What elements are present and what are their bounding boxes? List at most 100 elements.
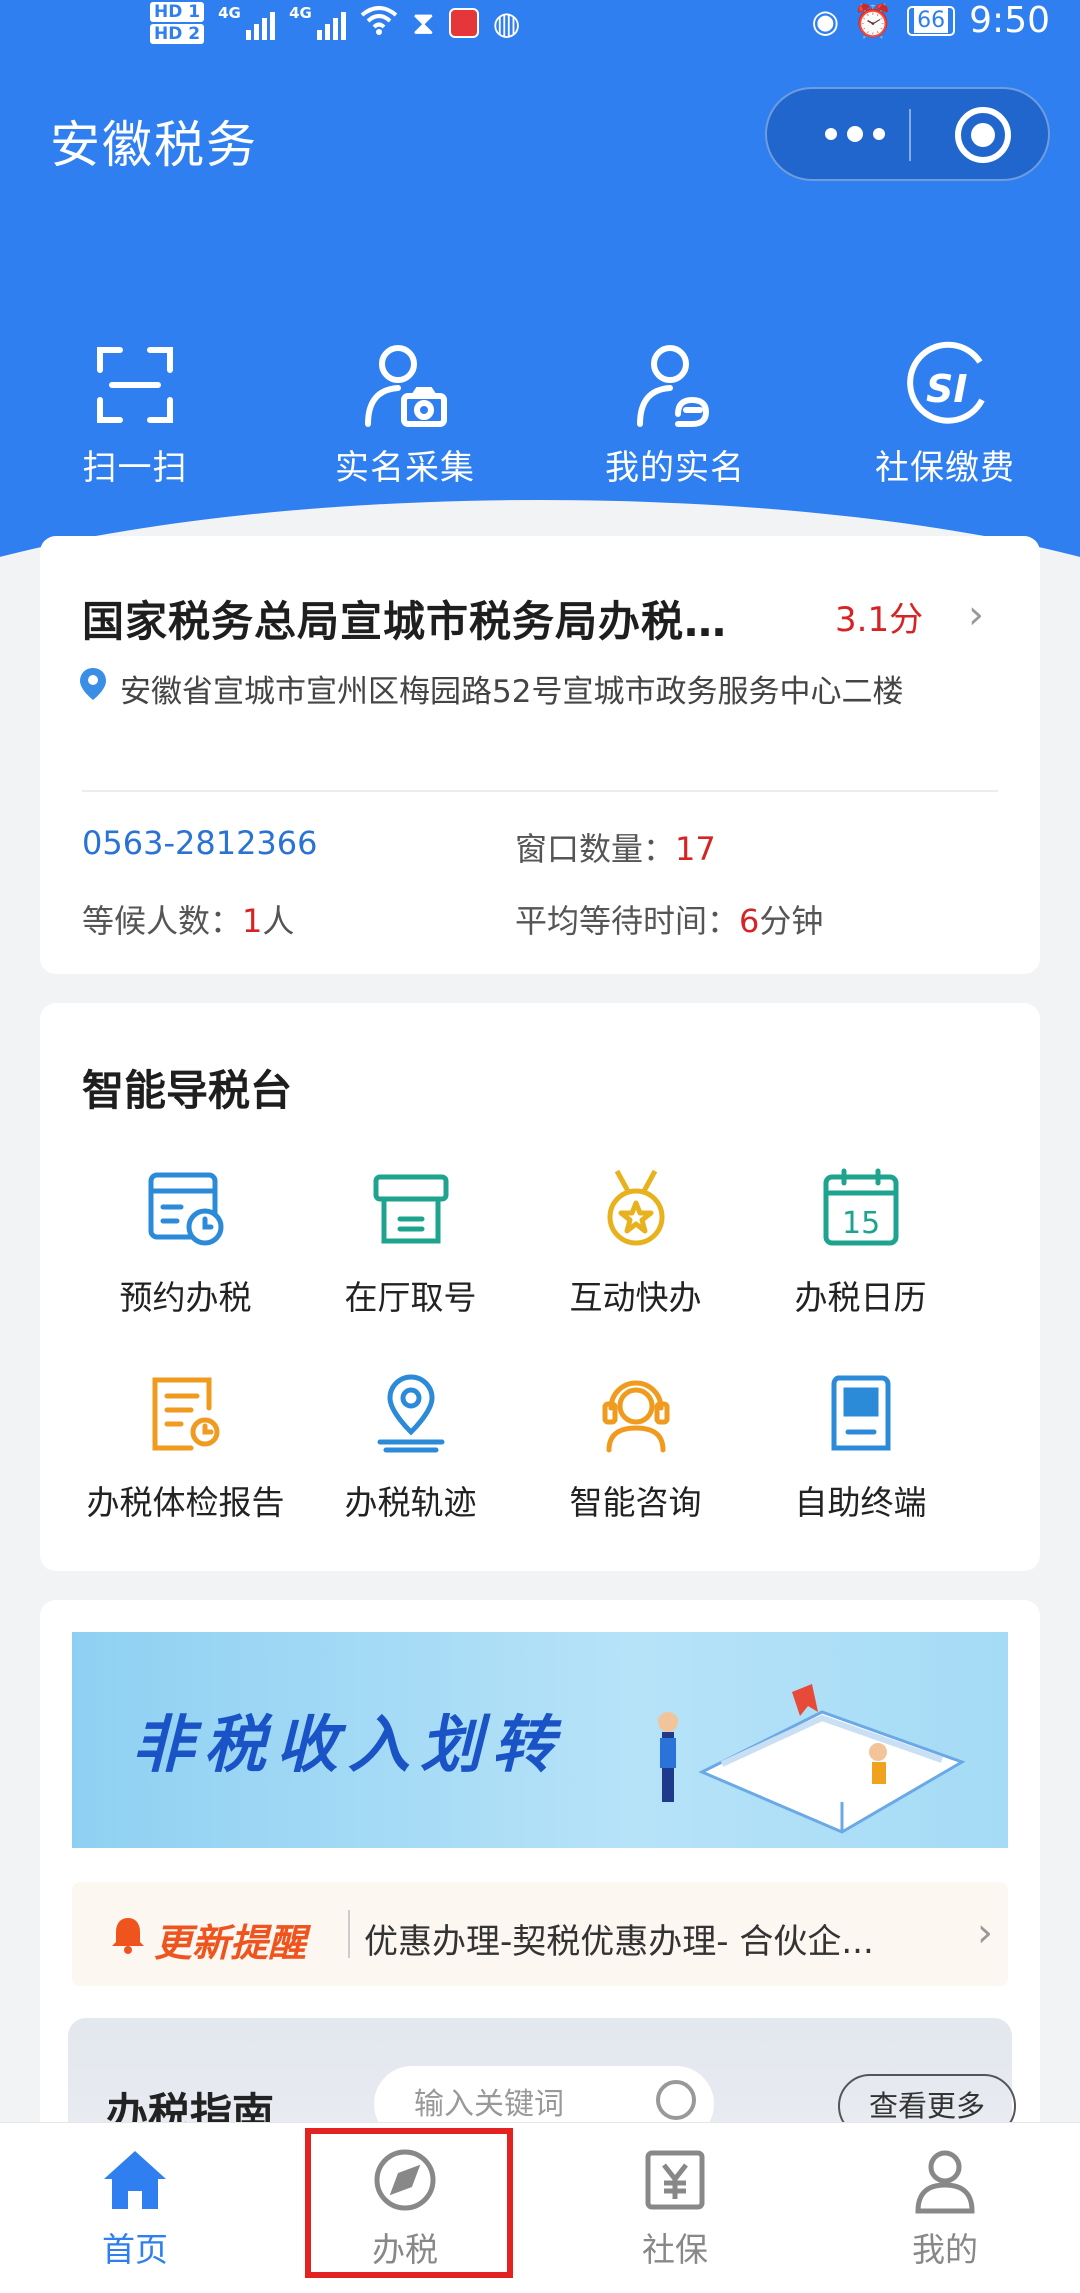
net2-label: 4G — [289, 4, 312, 22]
kiosk-icon — [816, 1368, 906, 1458]
notice-separator — [348, 1910, 350, 1958]
divider — [82, 790, 998, 792]
bell-icon — [110, 1914, 146, 1954]
more-options-button[interactable] — [805, 89, 905, 179]
app-title: 安徽税务 — [50, 116, 258, 174]
guide-item-self-service[interactable]: 自助终端 — [748, 1368, 973, 1524]
guide-item-label: 互动快办 — [569, 1278, 702, 1317]
signal-icon: 4G — [218, 4, 276, 40]
clock: 9:50 — [969, 0, 1050, 41]
quick-action-social-security[interactable]: SI 社保缴费 — [835, 340, 1055, 489]
guide-item-take-number[interactable]: 在厅取号 — [298, 1163, 523, 1319]
waiting-count: 等候人数：1人 — [82, 896, 294, 942]
calendar-15-icon: 15 — [816, 1163, 906, 1253]
bottom-tab-bar: 首页 办税 社保 我的 — [0, 2122, 1080, 2293]
headset-agent-icon — [591, 1368, 681, 1458]
guide-item-label: 在厅取号 — [344, 1278, 477, 1317]
waiting-count-value: 1 — [242, 902, 263, 940]
user-camera-icon — [360, 340, 450, 430]
chevron-right-icon: › — [977, 1910, 993, 1956]
smart-guide-title: 智能导税台 — [82, 1066, 293, 1115]
book-illustration — [658, 1684, 966, 1834]
chevron-right-icon[interactable]: › — [968, 592, 984, 638]
wifi-icon — [360, 5, 398, 41]
home-icon — [100, 2145, 170, 2215]
guide-item-label: 办税日历 — [794, 1278, 927, 1317]
window-count: 窗口数量：17 — [515, 824, 716, 870]
guide-item-label: 智能咨询 — [569, 1483, 702, 1522]
tab-social-security[interactable]: 社保 — [575, 2145, 775, 2271]
waiting-count-label: 等候人数： — [82, 902, 243, 940]
svg-text:SI: SI — [926, 367, 968, 411]
smart-guide-card: 智能导税台 预约办税 在厅取号 互动快办 15 办税日历 办税体检报告 办税轨迹… — [40, 1003, 1040, 1571]
tax-office-name: 国家税务总局宣城市税务局办税… — [82, 597, 728, 646]
guide-item-label: 预约办税 — [119, 1278, 252, 1317]
banner[interactable]: 非税收入划转 — [72, 1632, 1008, 1848]
scan-icon — [90, 340, 180, 430]
avg-wait-label: 平均等待时间： — [515, 902, 740, 940]
hd2-label: HD 2 — [150, 24, 205, 44]
guide-item-track[interactable]: 办税轨迹 — [298, 1368, 523, 1524]
quick-action-label: 实名采集 — [335, 448, 475, 488]
hourglass-icon: ⧗ — [412, 4, 435, 42]
update-notice[interactable]: 更新提醒 优惠办理-契税优惠办理- 合伙企... › — [72, 1882, 1008, 1986]
calendar-clock-icon — [141, 1163, 231, 1253]
guide-item-label: 办税体检报告 — [86, 1483, 285, 1522]
window-count-value: 17 — [675, 830, 716, 868]
quick-action-scan[interactable]: 扫一扫 — [25, 340, 245, 489]
tax-office-card[interactable]: 国家税务总局宣城市税务局办税… 3.1分 › 安徽省宣城市宣州区梅园路52号宣城… — [40, 536, 1040, 974]
avg-wait-time: 平均等待时间：6分钟 — [515, 896, 823, 942]
tab-label: 我的 — [912, 2230, 978, 2269]
guide-item-label: 办税轨迹 — [344, 1483, 477, 1522]
tab-label: 社保 — [642, 2230, 708, 2269]
guide-item-label: 自助终端 — [794, 1483, 927, 1522]
mini-program-capsule — [765, 87, 1050, 181]
net1-label: 4G — [218, 4, 241, 22]
signal-icon-2: 4G — [289, 4, 347, 40]
user-icon — [910, 2145, 980, 2215]
battery-icon: 66 — [907, 5, 956, 36]
quick-action-my-realname[interactable]: 我的实名 — [565, 340, 785, 489]
notice-message: 优惠办理-契税优惠办理- 合伙企... — [364, 1922, 874, 1962]
avg-wait-value: 6 — [739, 902, 760, 940]
avg-wait-unit: 分钟 — [759, 902, 824, 940]
tab-label: 首页 — [102, 2230, 168, 2269]
search-icon[interactable] — [656, 2080, 696, 2120]
tax-office-address: 安徽省宣城市宣州区梅园路52号宣城市政务服务中心二楼 — [120, 674, 904, 710]
guide-item-tax-calendar[interactable]: 15 办税日历 — [748, 1163, 973, 1319]
quick-actions: 扫一扫 实名采集 我的实名 SI 社保缴费 — [0, 340, 1080, 500]
globe-icon: ◍ — [492, 4, 521, 42]
highlight-box — [305, 2128, 513, 2278]
tab-home[interactable]: 首页 — [35, 2145, 235, 2271]
guide-item-health-report[interactable]: 办税体检报告 — [73, 1368, 298, 1524]
svg-text:15: 15 — [842, 1206, 880, 1241]
hd-indicator: HD 1 HD 2 — [150, 2, 205, 44]
hd1-label: HD 1 — [150, 2, 205, 22]
location-pin-icon — [366, 1368, 456, 1458]
location-pin-icon — [78, 666, 108, 702]
eye-icon: ◉ — [811, 1, 840, 40]
status-bar: HD 1 HD 2 4G 4G ⧗ ◍ ◉ ⏰ 66 9:50 — [0, 0, 1080, 60]
notice-tag: 更新提醒 — [154, 1921, 307, 1965]
battery-level: 66 — [914, 7, 949, 33]
capsule-divider — [909, 109, 911, 161]
yuan-icon — [640, 2145, 710, 2215]
guide-item-consult[interactable]: 智能咨询 — [523, 1368, 748, 1524]
quick-action-label: 社保缴费 — [875, 448, 1015, 488]
alarm-icon: ⏰ — [853, 1, 894, 40]
guide-item-interactive[interactable]: 互动快办 — [523, 1163, 748, 1319]
tax-office-score: 3.1分 — [835, 600, 924, 640]
waiting-count-unit: 人 — [262, 902, 295, 940]
guide-item-appointment[interactable]: 预约办税 — [73, 1163, 298, 1319]
social-security-icon: SI — [900, 340, 990, 430]
close-miniprogram-button[interactable] — [955, 107, 1011, 163]
tab-mine[interactable]: 我的 — [845, 2145, 1045, 2271]
banner-text: 非税收入划转 — [132, 1708, 565, 1781]
window-count-label: 窗口数量： — [515, 830, 676, 868]
quick-action-label: 扫一扫 — [82, 448, 188, 488]
quick-action-realname-collect[interactable]: 实名采集 — [295, 340, 515, 489]
ticket-machine-icon — [366, 1163, 456, 1253]
tax-office-phone[interactable]: 0563-2812366 — [82, 824, 318, 862]
app-notification-icon — [448, 8, 479, 38]
report-icon — [141, 1368, 231, 1458]
